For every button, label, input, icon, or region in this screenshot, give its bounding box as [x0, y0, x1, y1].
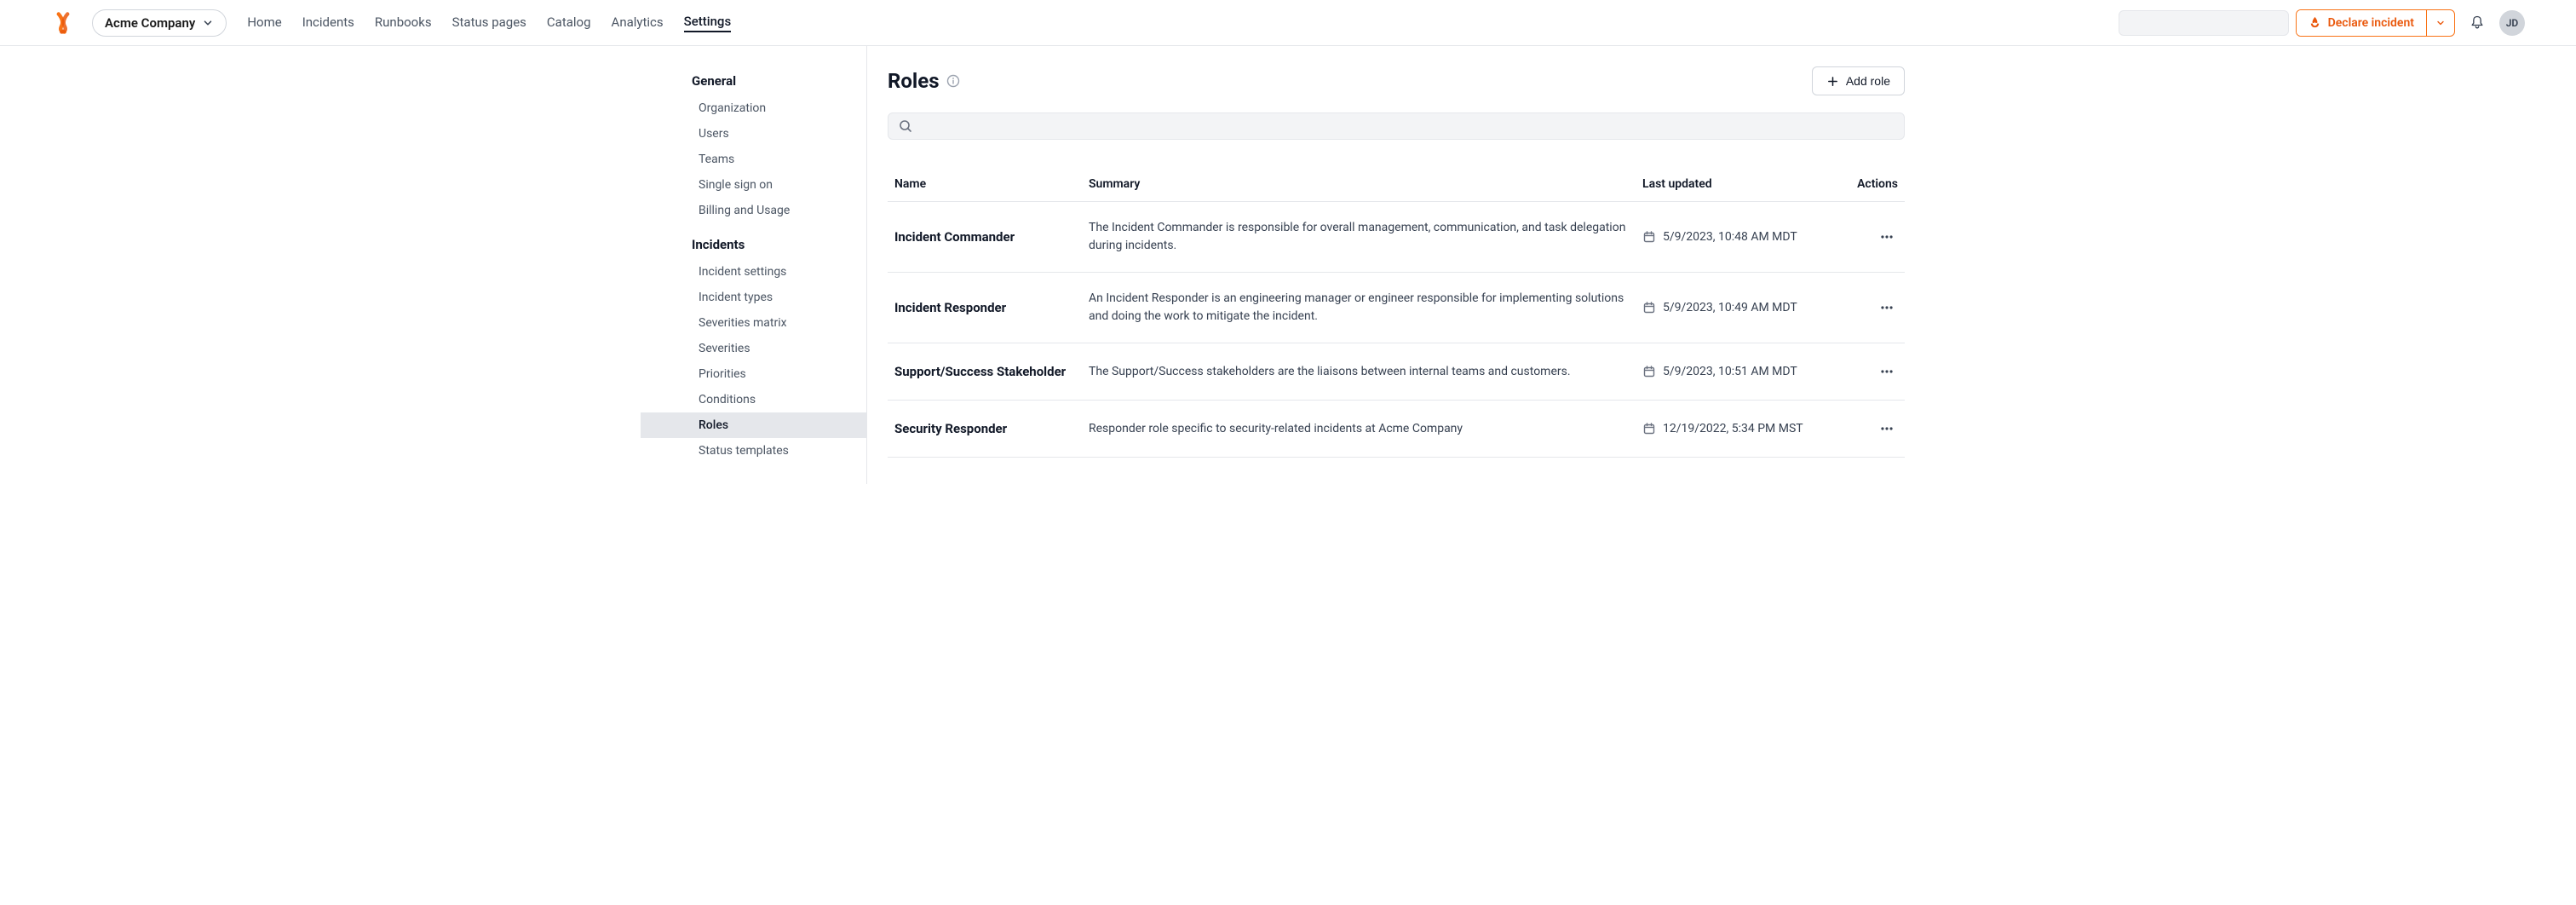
bell-icon	[2469, 14, 2486, 32]
role-summary: The Support/Success stakeholders are the…	[1089, 363, 1642, 381]
role-actions	[1838, 297, 1898, 319]
main-content: Roles Add role	[867, 46, 1956, 484]
global-search-input[interactable]	[2135, 16, 2289, 30]
row-actions-button[interactable]	[1876, 360, 1898, 383]
calendar-icon	[1642, 230, 1656, 244]
add-role-button[interactable]: Add role	[1812, 66, 1905, 95]
table-row: Security ResponderResponder role specifi…	[888, 401, 1905, 458]
table-row: Support/Success StakeholderThe Support/S…	[888, 343, 1905, 401]
role-updated-text: 5/9/2023, 10:48 AM MDT	[1663, 230, 1797, 244]
company-selector[interactable]: Acme Company	[92, 9, 227, 37]
sidebar-item-users[interactable]: Users	[641, 121, 866, 147]
row-actions-button[interactable]	[1876, 297, 1898, 319]
notifications-button[interactable]	[2462, 8, 2493, 38]
nav-link-analytics[interactable]: Analytics	[612, 14, 664, 32]
role-actions	[1838, 360, 1898, 383]
role-summary: An Incident Responder is an engineering …	[1089, 290, 1642, 326]
declare-incident-button[interactable]: Declare incident	[2297, 10, 2426, 36]
column-summary: Summary	[1089, 177, 1642, 191]
roles-filter-input[interactable]	[919, 119, 1894, 133]
sidebar-item-teams[interactable]: Teams	[641, 147, 866, 172]
role-name: Security Responder	[894, 421, 1089, 436]
calendar-icon	[1642, 365, 1656, 378]
role-updated: 5/9/2023, 10:51 AM MDT	[1642, 365, 1838, 378]
nav-link-home[interactable]: Home	[247, 14, 281, 32]
role-actions	[1838, 226, 1898, 248]
add-role-label: Add role	[1846, 74, 1890, 88]
calendar-icon	[1642, 422, 1656, 435]
global-search[interactable]: ⌘ + K	[2119, 10, 2289, 36]
sidebar-item-severities-matrix[interactable]: Severities matrix	[641, 310, 866, 336]
role-updated-text: 5/9/2023, 10:51 AM MDT	[1663, 365, 1797, 378]
role-name: Support/Success Stakeholder	[894, 364, 1089, 379]
sidebar-section-general: General	[641, 66, 866, 95]
search-icon	[899, 119, 912, 133]
nav-link-status-pages[interactable]: Status pages	[452, 14, 526, 32]
dots-horizontal-icon	[1879, 364, 1895, 379]
sidebar-item-single-sign-on[interactable]: Single sign on	[641, 172, 866, 198]
declare-incident-group: Declare incident	[2296, 9, 2455, 37]
sidebar-item-status-templates[interactable]: Status templates	[641, 438, 866, 464]
role-actions	[1838, 418, 1898, 440]
role-updated-text: 5/9/2023, 10:49 AM MDT	[1663, 301, 1797, 314]
role-name: Incident Commander	[894, 229, 1089, 245]
sidebar-item-priorities[interactable]: Priorities	[641, 361, 866, 387]
sidebar-item-organization[interactable]: Organization	[641, 95, 866, 121]
column-actions: Actions	[1838, 177, 1898, 191]
sidebar-item-conditions[interactable]: Conditions	[641, 387, 866, 412]
plus-icon	[1826, 75, 1839, 88]
page-title: Roles	[888, 69, 940, 93]
dots-horizontal-icon	[1879, 300, 1895, 315]
company-name: Acme Company	[105, 15, 195, 31]
role-summary: The Incident Commander is responsible fo…	[1089, 219, 1642, 255]
info-icon[interactable]	[946, 74, 960, 88]
sidebar-item-severities[interactable]: Severities	[641, 336, 866, 361]
role-summary: Responder role specific to security-rela…	[1089, 420, 1642, 438]
declare-incident-label: Declare incident	[2328, 16, 2414, 30]
sidebar-item-billing-and-usage[interactable]: Billing and Usage	[641, 198, 866, 223]
table-header: Name Summary Last updated Actions	[888, 167, 1905, 202]
top-nav: Home Incidents Runbooks Status pages Catalog…	[247, 14, 731, 32]
avatar-initials: JD	[2506, 17, 2519, 29]
role-name: Incident Responder	[894, 300, 1089, 315]
chevron-down-icon	[202, 17, 214, 29]
sidebar-item-incident-types[interactable]: Incident types	[641, 285, 866, 310]
user-avatar[interactable]: JD	[2499, 10, 2525, 36]
chevron-down-icon	[2435, 18, 2446, 28]
row-actions-button[interactable]	[1876, 226, 1898, 248]
sidebar-item-incident-settings[interactable]: Incident settings	[641, 259, 866, 285]
role-updated: 5/9/2023, 10:49 AM MDT	[1642, 301, 1838, 314]
settings-sidebar: GeneralOrganizationUsersTeamsSingle sign…	[620, 46, 867, 484]
row-actions-button[interactable]	[1876, 418, 1898, 440]
table-row: Incident ResponderAn Incident Responder …	[888, 273, 1905, 343]
app-logo[interactable]	[51, 11, 75, 35]
dots-horizontal-icon	[1879, 421, 1895, 436]
column-updated: Last updated	[1642, 177, 1838, 191]
nav-link-settings[interactable]: Settings	[684, 14, 732, 32]
nav-link-catalog[interactable]: Catalog	[547, 14, 591, 32]
column-name: Name	[894, 177, 1089, 191]
role-updated-text: 12/19/2022, 5:34 PM MST	[1663, 422, 1803, 435]
sidebar-item-roles[interactable]: Roles	[641, 412, 866, 438]
roles-filter[interactable]	[888, 112, 1905, 140]
table-row: Incident CommanderThe Incident Commander…	[888, 202, 1905, 273]
fire-icon	[2309, 16, 2321, 29]
calendar-icon	[1642, 301, 1656, 314]
nav-link-incidents[interactable]: Incidents	[302, 14, 354, 32]
role-updated: 12/19/2022, 5:34 PM MST	[1642, 422, 1838, 435]
role-updated: 5/9/2023, 10:48 AM MDT	[1642, 230, 1838, 244]
nav-link-runbooks[interactable]: Runbooks	[375, 14, 432, 32]
dots-horizontal-icon	[1879, 229, 1895, 245]
declare-incident-dropdown[interactable]	[2426, 10, 2454, 36]
sidebar-section-incidents: Incidents	[641, 230, 866, 259]
